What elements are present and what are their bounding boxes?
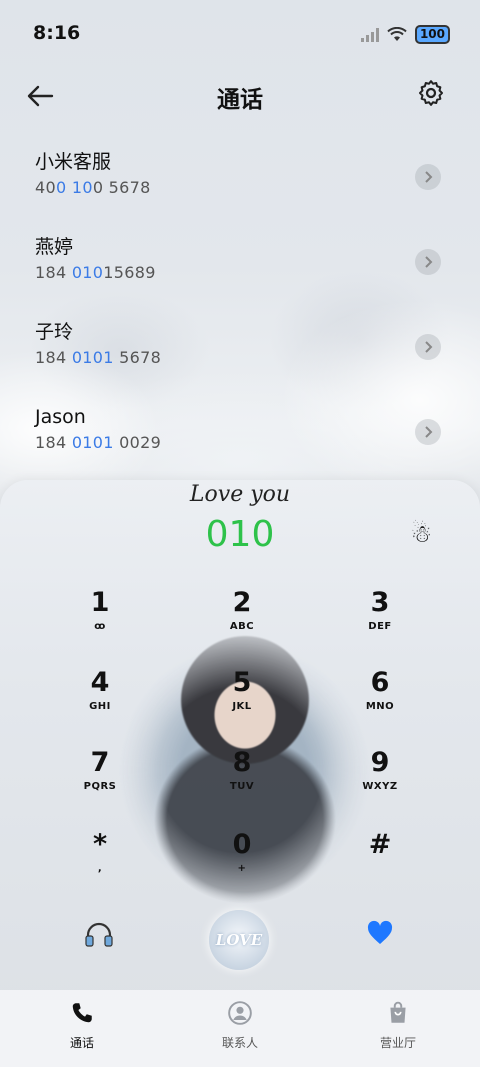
heart-icon[interactable]: [366, 920, 394, 952]
chevron-right-icon[interactable]: [415, 249, 441, 275]
love-decoration: Love you: [189, 482, 291, 507]
contact-name: 燕婷: [35, 236, 74, 258]
settings-button[interactable]: [416, 78, 450, 112]
key-3[interactable]: 3 DEF: [335, 588, 425, 658]
gear-icon: [419, 80, 443, 106]
dialpad-actions: LOVE: [0, 900, 480, 980]
dialed-number: 010: [205, 514, 275, 555]
contact-name: 子玲: [35, 321, 74, 343]
battery-indicator: 100: [414, 25, 450, 44]
key-8[interactable]: 8 TUV: [197, 748, 287, 818]
key-1[interactable]: 1 ꝏ: [55, 588, 145, 658]
page-title: 通话: [217, 87, 263, 113]
contact-item[interactable]: 子玲 184 0101 5678: [35, 320, 445, 390]
contact-item[interactable]: 小米客服 400 100 5678: [35, 150, 445, 220]
key-5[interactable]: 5 JKL: [197, 668, 287, 738]
tab-store[interactable]: 营业厅: [348, 1000, 448, 1051]
phone-icon: [72, 1003, 92, 1023]
tab-calls[interactable]: 通话: [32, 1000, 132, 1051]
status-bar: 8:16 100: [0, 0, 480, 68]
contact-item[interactable]: 燕婷 184 01015689: [35, 235, 445, 305]
voicemail-icon: ꝏ: [94, 621, 106, 632]
contact-name: 小米客服: [35, 151, 112, 173]
key-star[interactable]: * ,: [55, 830, 145, 900]
cellular-signal-icon: [360, 27, 379, 42]
wifi-icon: [387, 27, 407, 41]
chevron-right-icon[interactable]: [415, 164, 441, 190]
tab-contacts[interactable]: 联系人: [190, 1000, 290, 1051]
chevron-right-icon[interactable]: [415, 419, 441, 445]
bottom-tab-bar: 通话 联系人 营业厅: [0, 990, 480, 1067]
key-6[interactable]: 6 MNO: [335, 668, 425, 738]
contact-item[interactable]: Jason 184 0101 0029: [35, 405, 445, 475]
key-9[interactable]: 9 WXYZ: [335, 748, 425, 818]
header: 通话: [0, 68, 480, 124]
headphones-icon[interactable]: [84, 920, 114, 955]
key-hash[interactable]: #: [335, 830, 425, 900]
status-time: 8:16: [33, 22, 81, 44]
contact-number: 184 0101 0029: [35, 433, 162, 452]
key-7[interactable]: 7 PQRS: [55, 748, 145, 818]
call-button[interactable]: LOVE: [209, 910, 269, 970]
key-0[interactable]: 0 +: [197, 830, 287, 900]
status-icons: 100: [360, 25, 450, 44]
key-4[interactable]: 4 GHI: [55, 668, 145, 738]
key-2[interactable]: 2 ABC: [197, 588, 287, 658]
contact-name: Jason: [35, 406, 86, 428]
contact-number: 184 0101 5678: [35, 348, 162, 367]
dialpad-panel: Love you 010 ☃ 1 ꝏ 2 ABC 3 DEF 4 GHI 5 J…: [0, 480, 480, 990]
chevron-right-icon[interactable]: [415, 334, 441, 360]
bag-icon: [390, 1001, 406, 1023]
contact-number: 400 100 5678: [35, 178, 151, 197]
contact-number: 184 01015689: [35, 263, 156, 282]
person-icon: [228, 1001, 252, 1025]
snowman-icon[interactable]: ☃: [410, 520, 432, 548]
